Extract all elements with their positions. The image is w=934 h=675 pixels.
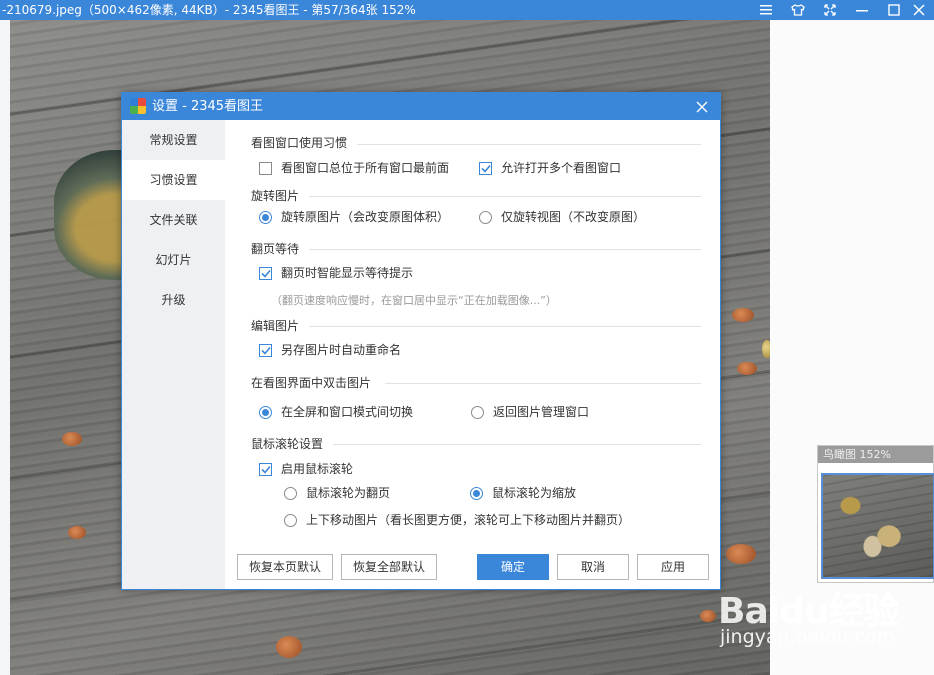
coin: [276, 636, 302, 658]
settings-nav: 常规设置 习惯设置 文件关联 幻灯片 升级: [122, 120, 225, 589]
rotate-view-radio[interactable]: 仅旋转视图（不改变原图）: [479, 209, 645, 225]
auto-rename-checkbox[interactable]: 另存图片时自动重命名: [259, 342, 401, 358]
cancel-button[interactable]: 取消: [557, 554, 629, 580]
menu-icon[interactable]: [750, 0, 782, 20]
section-title-wheel: 鼠标滚轮设置: [251, 437, 324, 451]
watermark: Baidu经验 jingyan.baidu.com: [718, 572, 934, 662]
radio-dot[interactable]: [284, 513, 297, 527]
birdseye-thumbnail[interactable]: [821, 473, 934, 579]
section-divider: [309, 326, 701, 327]
checkbox-box[interactable]: [479, 161, 492, 175]
coin: [700, 610, 716, 622]
close-icon[interactable]: [903, 0, 934, 20]
coin: [62, 432, 82, 446]
nav-item-habits[interactable]: 习惯设置: [122, 160, 225, 200]
always-on-top-checkbox[interactable]: 看图窗口总位于所有窗口最前面: [259, 160, 449, 176]
nav-item-file-association[interactable]: 文件关联: [122, 200, 225, 240]
section-divider: [385, 383, 701, 384]
dialog-titlebar: 设置 - 2345看图王: [122, 93, 720, 120]
radio-dot[interactable]: [470, 486, 483, 500]
skin-icon[interactable]: [782, 0, 814, 20]
watermark-url: jingyan.baidu.com: [720, 626, 896, 648]
smart-wait-hint-checkbox[interactable]: 翻页时智能显示等待提示: [259, 265, 413, 281]
reset-all-button[interactable]: 恢复全部默认: [341, 554, 437, 580]
birdseye-panel[interactable]: 鸟瞰图 152%: [817, 445, 934, 583]
section-title-edit: 编辑图片: [251, 319, 300, 333]
nav-item-upgrade[interactable]: 升级: [122, 280, 225, 320]
checkbox-box[interactable]: [259, 161, 272, 175]
section-title-double-click: 在看图界面中双击图片: [251, 376, 372, 390]
window-titlebar: -210679.jpeg（500×462像素, 44KB）- 2345看图王 -…: [0, 0, 934, 20]
toggle-fullscreen-radio[interactable]: 在全屏和窗口模式间切换: [259, 404, 413, 420]
coin: [762, 340, 770, 358]
enable-wheel-checkbox[interactable]: 启用鼠标滚轮: [259, 461, 353, 477]
radio-dot[interactable]: [284, 486, 297, 500]
section-title-habit: 看图窗口使用习惯: [251, 136, 348, 150]
checkbox-box[interactable]: [259, 462, 272, 476]
close-icon[interactable]: [692, 97, 712, 117]
section-divider: [309, 196, 701, 197]
section-title-page-wait: 翻页等待: [251, 242, 300, 256]
radio-dot[interactable]: [259, 210, 272, 224]
rotate-original-radio[interactable]: 旋转原图片（会改变原图体积）: [259, 209, 449, 225]
wheel-move-radio[interactable]: 上下移动图片（看长图更方便，滚轮可上下移动图片并翻页）: [284, 512, 630, 528]
radio-dot[interactable]: [479, 210, 492, 224]
nav-item-general[interactable]: 常规设置: [122, 120, 225, 160]
fullscreen-icon[interactable]: [814, 0, 846, 20]
settings-dialog: 设置 - 2345看图王 常规设置 习惯设置 文件关联 幻灯片 升级 看图窗口使…: [121, 92, 721, 590]
coin: [732, 308, 754, 322]
section-divider: [357, 144, 701, 145]
section-title-rotate: 旋转图片: [251, 189, 300, 203]
apply-button[interactable]: 应用: [637, 554, 709, 580]
coin: [726, 544, 756, 564]
wheel-zoom-radio[interactable]: 鼠标滚轮为缩放: [470, 485, 576, 501]
ok-button[interactable]: 确定: [477, 554, 549, 580]
page-wait-hint-text: （翻页速度响应慢时，在窗口居中显示“正在加载图像...”）: [271, 294, 557, 307]
reset-page-button[interactable]: 恢复本页默认: [237, 554, 333, 580]
coin: [68, 526, 86, 539]
radio-dot[interactable]: [259, 405, 272, 419]
checkbox-box[interactable]: [259, 266, 272, 280]
nav-item-slideshow[interactable]: 幻灯片: [122, 240, 225, 280]
settings-content: 看图窗口使用习惯 看图窗口总位于所有窗口最前面 允许打开多个看图窗口 旋转图片 …: [225, 120, 720, 589]
window-title: -210679.jpeg（500×462像素, 44KB）- 2345看图王 -…: [2, 3, 416, 17]
wheel-page-radio[interactable]: 鼠标滚轮为翻页: [284, 485, 390, 501]
return-manager-radio[interactable]: 返回图片管理窗口: [471, 404, 589, 420]
app-logo-icon: [130, 98, 146, 114]
checkbox-box[interactable]: [259, 343, 272, 357]
section-divider: [309, 249, 701, 250]
minimize-icon[interactable]: [846, 0, 878, 20]
dialog-title: 设置 - 2345看图王: [152, 99, 264, 114]
coin: [737, 362, 757, 375]
birdseye-title: 鸟瞰图 152%: [818, 446, 933, 463]
radio-dot[interactable]: [471, 405, 484, 419]
section-divider: [333, 444, 701, 445]
multi-window-checkbox[interactable]: 允许打开多个看图窗口: [479, 160, 621, 176]
